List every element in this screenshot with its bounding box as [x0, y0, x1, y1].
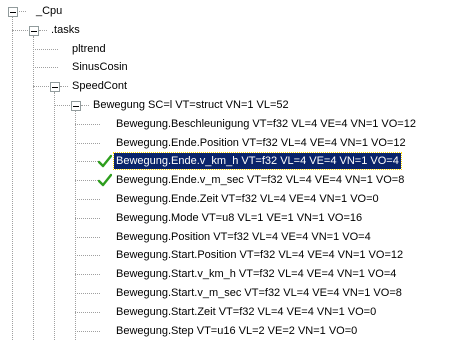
tree-branch-line	[33, 86, 49, 88]
tree-node[interactable]: _Cpu	[34, 2, 64, 20]
variable-item[interactable]: Bewegung.Start.v_km_h VT=f32 VL=4 VE=4 V…	[114, 265, 398, 283]
tree-branch-line	[17, 11, 26, 12]
minus-icon	[73, 106, 79, 107]
tree-branch-line	[33, 67, 58, 69]
checkmark-icon	[98, 155, 112, 168]
tree-branch-line	[75, 293, 100, 294]
minus-icon	[52, 87, 58, 89]
tree-branch-line	[75, 311, 100, 313]
variable-item[interactable]: Bewegung.Start.v_m_sec VT=f32 VL=4 VE=4 …	[114, 284, 404, 302]
tree-node[interactable]: SinusCosin	[70, 58, 130, 76]
collapse-toggle-icon[interactable]	[8, 7, 18, 17]
tree-node[interactable]: pltrend	[70, 40, 108, 58]
minus-icon	[10, 12, 16, 13]
tree-node-label: Bewegung.Start.Position VT=f32 VL=4 VE=4…	[116, 249, 404, 262]
tree-branch-line	[54, 105, 70, 106]
tree-node-label: Bewegung.Ende.v_m_sec VT=f32 VL=4 VE=4 V…	[116, 174, 405, 187]
tree-node-label: Bewegung.Ende.Position VT=f32 VL=4 VE=4 …	[116, 136, 406, 149]
tree-branch-line	[75, 161, 100, 163]
tree-branch-line	[75, 330, 100, 332]
tree-branch-line	[75, 236, 100, 238]
tree-node-label: Bewegung.Ende.v_km_h VT=f32 VL=4 VE=4 VN…	[113, 152, 402, 171]
tree-node[interactable]: .tasks	[49, 21, 82, 39]
tree-node-label: Bewegung.Step VT=u16 VL=2 VE=2 VN=1 VO=0	[116, 324, 358, 337]
variable-item[interactable]: Bewegung.Start.Zeit VT=f32 VL=4 VE=4 VN=…	[114, 303, 378, 321]
tree-connector-line	[54, 92, 55, 340]
variable-item[interactable]: Bewegung.Ende.Zeit VT=f32 VL=4 VE=4 VN=1…	[114, 190, 381, 208]
tree-node-label: SinusCosin	[72, 61, 128, 74]
variable-item[interactable]: Bewegung.Beschleunigung VT=f32 VL=4 VE=4…	[114, 115, 418, 133]
tree-node-label: _Cpu	[36, 5, 63, 17]
tree-node-label: Bewegung.Mode VT=u8 VL=1 VE=1 VN=1 VO=16	[116, 211, 363, 224]
tree-connector-line	[33, 35, 34, 340]
tree-node-label: Bewegung.Position VT=f32 VL=4 VE=4 VN=1 …	[116, 230, 371, 243]
tree-branch-line	[81, 105, 89, 106]
collapse-toggle-icon[interactable]	[50, 82, 60, 93]
tree-branch-line	[39, 29, 47, 31]
collapse-toggle-icon[interactable]	[71, 101, 81, 111]
tree-node[interactable]: SpeedCont	[70, 77, 129, 95]
tree-node-label: .tasks	[51, 23, 80, 36]
checkmark-icon	[98, 173, 112, 187]
tree-branch-line	[75, 274, 100, 276]
collapse-toggle-icon[interactable]	[29, 25, 39, 36]
minus-icon	[31, 30, 37, 32]
variable-tree[interactable]: _Cpu .tasks pltrend SinusCosin SpeedCont Bewe…	[0, 0, 476, 340]
variable-item[interactable]: Bewegung.Position VT=f32 VL=4 VE=4 VN=1 …	[114, 228, 373, 246]
tree-connector-line	[75, 111, 76, 340]
tree-node[interactable]: Bewegung SC=l VT=struct VN=1 VL=52	[91, 96, 291, 114]
variable-item[interactable]: Bewegung.Ende.v_km_h VT=f32 VL=4 VE=4 VN…	[113, 152, 402, 171]
tree-branch-line	[75, 123, 100, 125]
variable-item[interactable]: Bewegung.Step VT=u16 VL=2 VE=2 VN=1 VO=0	[114, 322, 359, 340]
tree-node-label: Bewegung.Start.Zeit VT=f32 VL=4 VE=4 VN=…	[116, 305, 377, 318]
tree-node-label: pltrend	[72, 42, 106, 55]
tree-node-label: Bewegung.Start.v_km_h VT=f32 VL=4 VE=4 V…	[116, 268, 397, 281]
variable-item[interactable]: Bewegung.Mode VT=u8 VL=1 VE=1 VN=1 VO=16	[114, 209, 364, 227]
tree-branch-line	[75, 217, 100, 219]
tree-node-label: Bewegung.Beschleunigung VT=f32 VL=4 VE=4…	[116, 117, 416, 130]
tree-node-label: SpeedCont	[72, 80, 128, 93]
variable-item[interactable]: Bewegung.Start.Position VT=f32 VL=4 VE=4…	[114, 246, 405, 264]
tree-node-label: Bewegung SC=l VT=struct VN=1 VL=52	[93, 99, 289, 111]
tree-connector-line	[12, 17, 13, 340]
tree-branch-line	[75, 199, 100, 200]
tree-node-label: Bewegung.Start.v_m_sec VT=f32 VL=4 VE=4 …	[116, 287, 402, 299]
tree-branch-line	[75, 255, 100, 257]
tree-node-label: Bewegung.Ende.Zeit VT=f32 VL=4 VE=4 VN=1…	[116, 193, 379, 205]
tree-branch-line	[60, 86, 68, 88]
tree-branch-line	[12, 29, 28, 31]
tree-branch-line	[75, 180, 100, 182]
tree-branch-line	[33, 48, 58, 50]
variable-item[interactable]: Bewegung.Ende.Position VT=f32 VL=4 VE=4 …	[114, 134, 408, 152]
tree-branch-line	[75, 142, 100, 144]
variable-item[interactable]: Bewegung.Ende.v_m_sec VT=f32 VL=4 VE=4 V…	[114, 171, 406, 189]
